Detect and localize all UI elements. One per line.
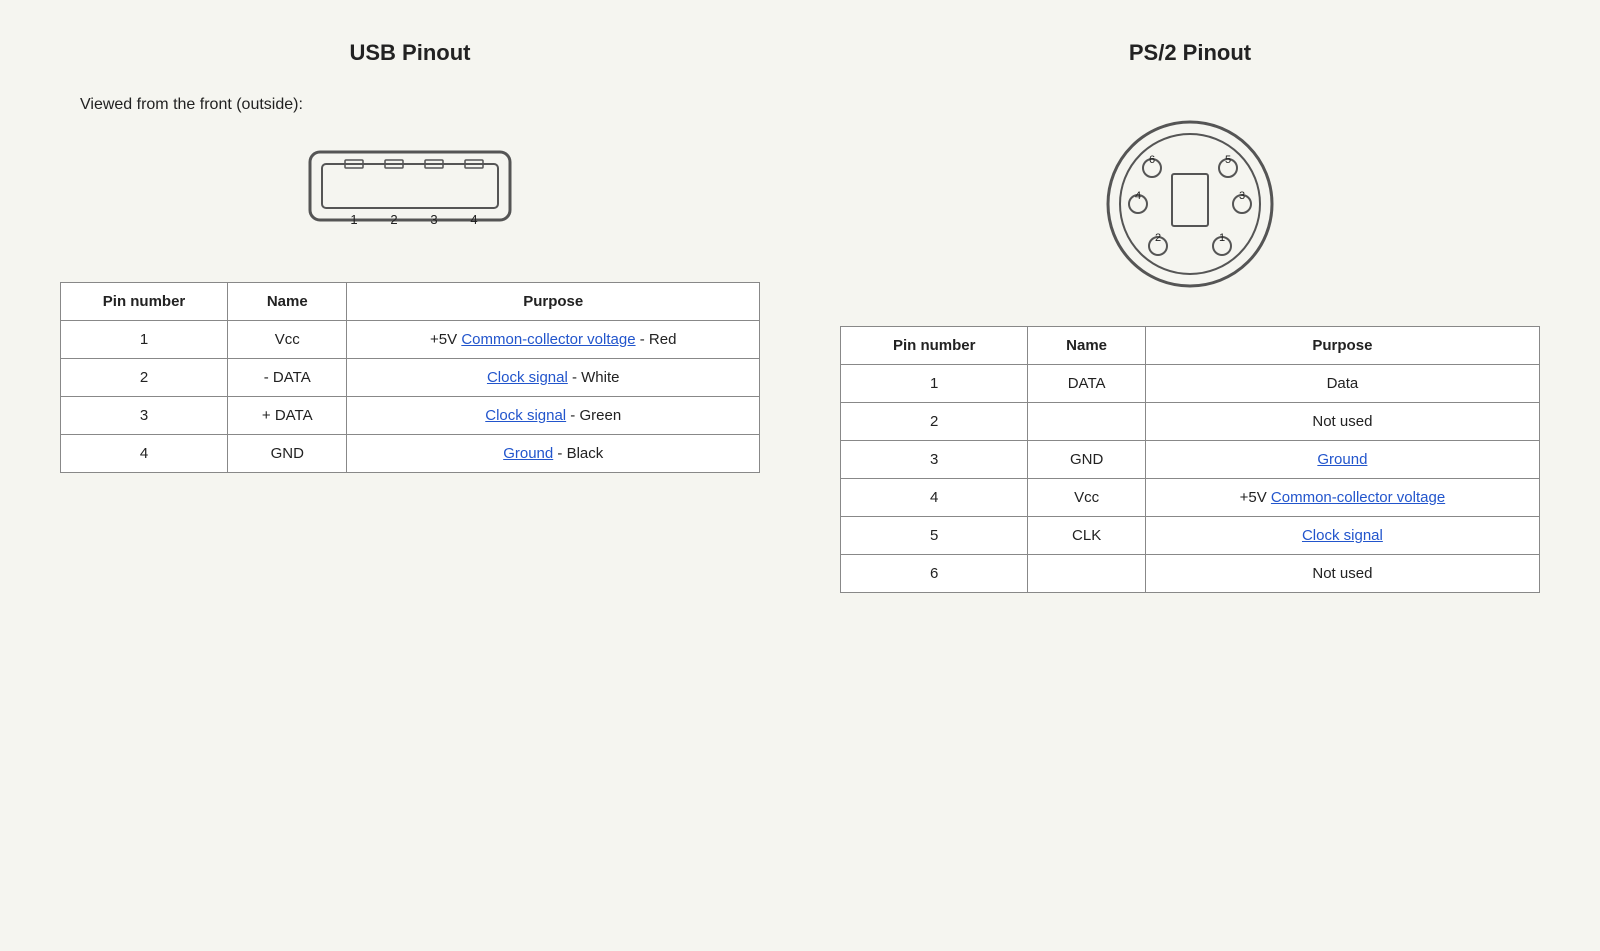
ps2-row-6-purpose: Not used — [1145, 555, 1539, 593]
usb-row-4-link[interactable]: Ground — [503, 445, 553, 462]
usb-table-header-row: Pin number Name Purpose — [61, 283, 760, 321]
ps2-row-1: 1 DATA Data — [841, 365, 1540, 403]
ps2-row-2: 2 Not used — [841, 403, 1540, 441]
ps2-row-3-name: GND — [1028, 441, 1145, 479]
svg-text:2: 2 — [390, 212, 397, 227]
usb-row-2-link[interactable]: Clock signal — [487, 369, 568, 386]
usb-row-1-link[interactable]: Common-collector voltage — [461, 331, 635, 348]
ps2-row-5-pin: 5 — [841, 517, 1028, 555]
svg-text:6: 6 — [1149, 154, 1155, 166]
usb-row-3-purpose: Clock signal - Green — [347, 397, 760, 435]
usb-row-3-pin: 3 — [61, 397, 228, 435]
ps2-connector-svg: 5 6 3 4 1 2 — [1090, 96, 1290, 296]
usb-row-4-purpose: Ground - Black — [347, 435, 760, 473]
usb-connector-diagram: 1 2 3 4 — [60, 132, 760, 242]
svg-text:3: 3 — [430, 212, 437, 227]
ps2-table: Pin number Name Purpose 1 DATA Data 2 No… — [840, 326, 1540, 593]
main-layout: USB Pinout Viewed from the front (outsid… — [60, 40, 1540, 593]
usb-connector-svg: 1 2 3 4 — [300, 132, 520, 242]
ps2-row-2-name — [1028, 403, 1145, 441]
usb-row-1: 1 Vcc +5V Common-collector voltage - Red — [61, 321, 760, 359]
ps2-col-pin: Pin number — [841, 327, 1028, 365]
ps2-row-6: 6 Not used — [841, 555, 1540, 593]
ps2-row-3: 3 GND Ground — [841, 441, 1540, 479]
ps2-table-header-row: Pin number Name Purpose — [841, 327, 1540, 365]
usb-row-3: 3 + DATA Clock signal - Green — [61, 397, 760, 435]
svg-text:2: 2 — [1155, 232, 1161, 244]
svg-text:3: 3 — [1239, 190, 1245, 202]
ps2-row-2-pin: 2 — [841, 403, 1028, 441]
usb-view-label: Viewed from the front (outside): — [60, 96, 760, 114]
ps2-row-4-purpose: +5V Common-collector voltage — [1145, 479, 1539, 517]
ps2-col-purpose: Purpose — [1145, 327, 1539, 365]
ps2-row-5-link[interactable]: Clock signal — [1302, 527, 1383, 544]
usb-section: USB Pinout Viewed from the front (outsid… — [60, 40, 760, 473]
ps2-row-3-purpose: Ground — [1145, 441, 1539, 479]
ps2-row-2-purpose: Not used — [1145, 403, 1539, 441]
ps2-row-1-pin: 1 — [841, 365, 1028, 403]
usb-row-3-name: + DATA — [228, 397, 347, 435]
usb-col-pin: Pin number — [61, 283, 228, 321]
usb-row-4-pin: 4 — [61, 435, 228, 473]
ps2-row-5: 5 CLK Clock signal — [841, 517, 1540, 555]
svg-text:1: 1 — [350, 212, 357, 227]
ps2-row-3-link[interactable]: Ground — [1317, 451, 1367, 468]
ps2-row-4: 4 Vcc +5V Common-collector voltage — [841, 479, 1540, 517]
ps2-row-6-name — [1028, 555, 1145, 593]
ps2-title: PS/2 Pinout — [840, 40, 1540, 66]
usb-row-2-name: - DATA — [228, 359, 347, 397]
ps2-connector-diagram: 5 6 3 4 1 2 — [840, 96, 1540, 296]
ps2-col-name: Name — [1028, 327, 1145, 365]
ps2-row-4-name: Vcc — [1028, 479, 1145, 517]
usb-table: Pin number Name Purpose 1 Vcc +5V Common… — [60, 282, 760, 473]
svg-text:1: 1 — [1219, 232, 1225, 244]
ps2-row-1-name: DATA — [1028, 365, 1145, 403]
ps2-row-4-link[interactable]: Common-collector voltage — [1271, 489, 1445, 506]
usb-row-4: 4 GND Ground - Black — [61, 435, 760, 473]
usb-col-name: Name — [228, 283, 347, 321]
ps2-row-4-pin: 4 — [841, 479, 1028, 517]
usb-row-3-link[interactable]: Clock signal — [485, 407, 566, 424]
ps2-row-3-pin: 3 — [841, 441, 1028, 479]
svg-text:5: 5 — [1225, 154, 1231, 166]
usb-row-4-name: GND — [228, 435, 347, 473]
usb-row-2-pin: 2 — [61, 359, 228, 397]
ps2-row-5-purpose: Clock signal — [1145, 517, 1539, 555]
usb-row-1-pin: 1 — [61, 321, 228, 359]
svg-text:4: 4 — [470, 212, 477, 227]
ps2-row-1-purpose: Data — [1145, 365, 1539, 403]
svg-text:4: 4 — [1135, 190, 1141, 202]
usb-row-1-purpose: +5V Common-collector voltage - Red — [347, 321, 760, 359]
ps2-row-5-name: CLK — [1028, 517, 1145, 555]
usb-row-1-name: Vcc — [228, 321, 347, 359]
usb-title: USB Pinout — [60, 40, 760, 66]
usb-col-purpose: Purpose — [347, 283, 760, 321]
ps2-section: PS/2 Pinout 5 6 3 — [840, 40, 1540, 593]
usb-row-2-purpose: Clock signal - White — [347, 359, 760, 397]
usb-row-2: 2 - DATA Clock signal - White — [61, 359, 760, 397]
ps2-row-6-pin: 6 — [841, 555, 1028, 593]
